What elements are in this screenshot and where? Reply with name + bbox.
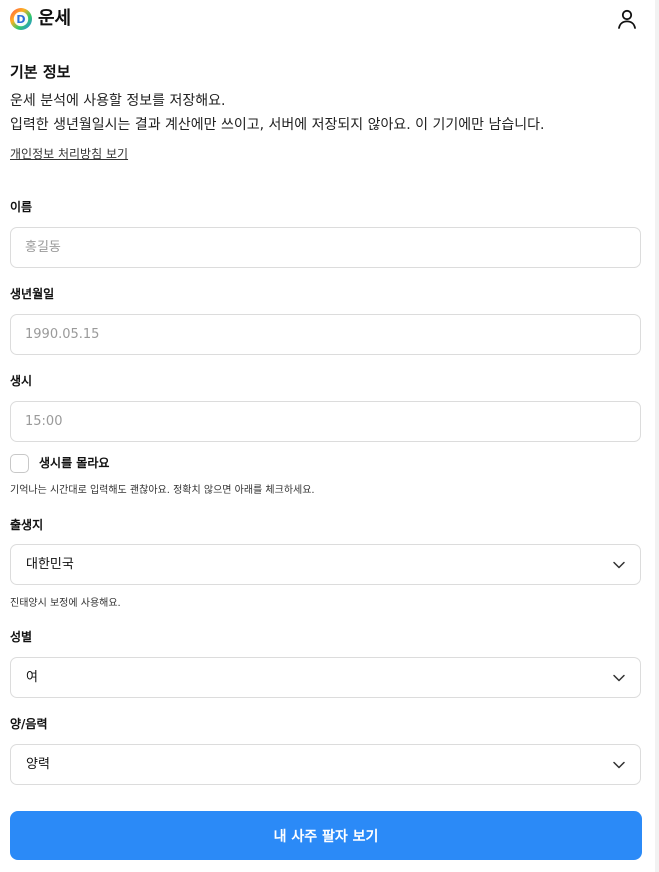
gender-value: 여 [26,670,38,685]
scrollbar[interactable] [655,0,659,872]
birthplace-value: 대한민국 [26,557,74,572]
birthplace-help-text: 진태양시 보정에 사용해요. [10,598,121,609]
gender-select[interactable]: 여 [10,657,641,698]
name-label: 이름 [10,200,33,214]
birthdate-label: 생년월일 [10,287,55,301]
birthdate-input[interactable] [10,314,641,355]
app-header: D 운세 [0,0,659,40]
unknown-time-label[interactable]: 생시를 몰라요 [39,455,109,472]
logo-letter: D [16,13,25,26]
privacy-notice: 입력한 생년월일시는 결과 계산에만 쓰이고, 서버에 저장되지 않아요. 이 … [10,117,545,133]
app-logo-icon: D [10,8,32,30]
calendar-type-label: 양/음력 [10,717,48,731]
birthplace-select[interactable]: 대한민국 [10,544,641,585]
birthtime-input[interactable] [10,401,641,442]
birthtime-help-text: 기억나는 시간대로 입력해도 괜찮아요. 정확치 않으면 아래를 체크하세요. [10,485,315,496]
app-title: 운세 [38,8,72,29]
calendar-type-select[interactable]: 양력 [10,744,641,785]
user-icon[interactable] [615,7,639,31]
chevron-down-icon [613,561,625,569]
calendar-type-value: 양력 [26,757,50,772]
gender-label: 성별 [10,630,33,644]
chevron-down-icon [613,674,625,682]
privacy-policy-link[interactable]: 개인정보 처리방침 보기 [10,146,128,163]
unknown-time-checkbox[interactable] [10,454,29,473]
submit-button[interactable]: 내 사주 팔자 보기 [10,811,642,860]
name-input[interactable] [10,227,641,268]
intro-description: 운세 분석에 사용할 정보를 저장해요. [10,93,226,109]
birthtime-label: 생시 [10,374,33,388]
chevron-down-icon [613,761,625,769]
section-title: 기본 정보 [10,63,71,81]
birthplace-label: 출생지 [10,518,44,532]
